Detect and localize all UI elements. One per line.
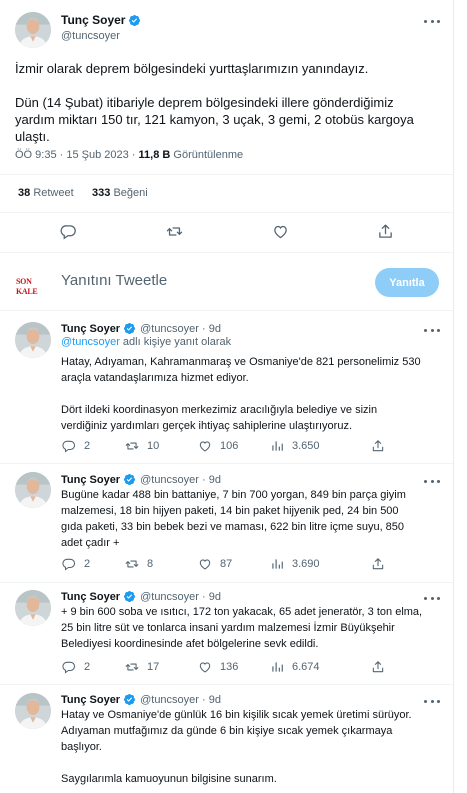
scrollbar[interactable] [453,0,467,793]
author-handle-time[interactable]: @tuncsoyer · 9d [140,694,221,706]
reply-text-line: 25 bin litre süt ve tonlarca insani yard… [61,622,395,634]
tweet-text-line: ulaştı. [15,129,50,144]
more-icon[interactable] [424,698,440,704]
reply-text-line: Bugüne kadar 488 bin battaniye, 7 bin 70… [61,489,406,501]
reply-icon[interactable]: 2 [62,557,90,571]
reply-text-line: gıda paketi, 33 bin bebek bezi ve maması… [61,521,405,533]
more-icon[interactable] [424,478,440,484]
author-avatar[interactable] [15,472,51,508]
tweet-text-line: Dün (14 Şubat) itibariyle deprem bölgesi… [15,95,394,110]
author-avatar[interactable] [15,693,51,729]
author-info: Tunç Soyer @tuncsoyer · 9d [61,590,221,603]
reply-icon[interactable]: 2 [62,660,90,674]
reply-text-line: malzemesi, 18 bin hijyen paketi, 14 bin … [61,505,399,517]
reply-input[interactable]: Yanıtını Tweetle [61,272,167,289]
like-icon[interactable]: 87 [198,557,232,571]
author-handle-time[interactable]: @tuncsoyer · 9d [140,591,221,603]
tweet-meta: ÖÖ 9:35 · 15 Şub 2023 · 11,8 B Görüntüle… [15,149,243,161]
more-icon[interactable] [424,327,440,333]
like-icon[interactable]: 136 [198,660,238,674]
likes-stat[interactable]: 333 Beğeni [92,187,148,199]
tweet-thread: Tunç Soyer @tuncsoyer İzmir olarak depre… [0,0,453,793]
author-info: Tunç Soyer @tuncsoyer · 9d [61,473,221,486]
author-name[interactable]: Tunç Soyer [61,323,120,335]
author-info: Tunç Soyer [61,13,141,27]
reply-text-line: Dört ildeki koordinasyon merkezimiz arac… [61,404,378,416]
reply-text: Hatay ve Osmaniye'de günlük 16 bin kişil… [61,707,441,787]
author-name[interactable]: Tunç Soyer [61,13,125,27]
retweet-icon[interactable]: 17 [125,660,159,674]
views-icon[interactable]: 3.690 [270,557,320,571]
reply-text-line: başlıyor. [61,741,102,753]
verified-badge-icon [123,322,136,335]
reply-text: + 9 bin 600 soba ve ısıtıcı, 172 ton yak… [61,604,441,652]
author-avatar[interactable] [15,322,51,358]
verified-badge-icon [123,590,136,603]
author-name[interactable]: Tunç Soyer [61,591,120,603]
more-icon[interactable] [424,18,440,24]
views-icon[interactable]: 3.650 [270,439,320,453]
reply-text-line: araçla vatandaşlarımıza hizmet ediyor. [61,372,249,384]
author-avatar[interactable] [15,590,51,626]
like-icon[interactable]: 106 [198,439,238,453]
reply-text-line: Belediyesi koordinesinde afet bölgelerin… [61,638,319,650]
author-handle[interactable]: @tuncsoyer [61,30,120,42]
retweet-icon[interactable] [166,223,183,240]
reply-submit-button[interactable]: Yanıtla [375,268,439,297]
tweet-text-line: yardım miktarı 150 tır, 121 kamyon, 3 uç… [15,112,414,127]
share-icon[interactable] [371,660,385,674]
author-name[interactable]: Tunç Soyer [61,694,120,706]
author-info: Tunç Soyer @tuncsoyer · 9d [61,322,221,335]
reply-text-line: Saygılarımla kamuoyunun bilgisine sunarı… [61,773,277,785]
reply-text: Hatay, Adıyaman, Kahramanmaraş ve Osmani… [61,354,441,434]
tweet-stats: 38 Retweet 333 Beğeni [18,187,148,199]
tweet-timestamp[interactable]: ÖÖ 9:35 · 15 Şub 2023 · [15,149,139,161]
reply-icon[interactable] [60,223,77,240]
share-icon[interactable] [371,557,385,571]
replying-mention[interactable]: @tuncsoyer [61,336,120,348]
share-icon[interactable] [377,223,394,240]
reply-text-line: Adıyaman mutfağımız da günde 6 bin kişiy… [61,725,393,737]
author-handle-time[interactable]: @tuncsoyer · 9d [140,323,221,335]
verified-badge-icon [123,693,136,706]
reply-text-line: Hatay, Adıyaman, Kahramanmaraş ve Osmani… [61,356,421,368]
verified-badge-icon [128,14,141,27]
reply-text: Bugüne kadar 488 bin battaniye, 7 bin 70… [61,487,441,551]
share-icon[interactable] [371,439,385,453]
author-info: Tunç Soyer @tuncsoyer · 9d [61,693,221,706]
views-icon[interactable]: 6.674 [270,660,320,674]
reply-text-line: adet çadır + [61,537,120,549]
retweets-stat[interactable]: 38 Retweet [18,187,74,199]
retweet-icon[interactable]: 8 [125,557,153,571]
reply-text-line: + 9 bin 600 soba ve ısıtıcı, 172 ton yak… [61,606,423,618]
reply-text-line: Hatay ve Osmaniye'de günlük 16 bin kişil… [61,709,412,721]
author-name[interactable]: Tunç Soyer [61,474,120,486]
replying-to: @tuncsoyer adlı kişiye yanıt olarak [61,336,232,348]
author-handle-time[interactable]: @tuncsoyer · 9d [140,474,221,486]
views-label: Görüntülenme [173,149,244,161]
tweet-text-paragraph: İzmir olarak deprem bölgesindeki yurttaş… [15,61,369,76]
reply-icon[interactable]: 2 [62,439,90,453]
tweet-text: İzmir olarak deprem bölgesindeki yurttaş… [15,60,445,145]
reply-text-line: verdiğiniz yardımları gerçek ihtiyaç sah… [61,420,353,432]
more-icon[interactable] [424,595,440,601]
views-count: 11,8 B [138,149,171,161]
retweet-icon[interactable]: 10 [125,439,159,453]
author-avatar[interactable] [15,12,51,48]
verified-badge-icon [123,473,136,486]
like-icon[interactable] [272,223,289,240]
account-logo: SON KALE [16,277,38,296]
